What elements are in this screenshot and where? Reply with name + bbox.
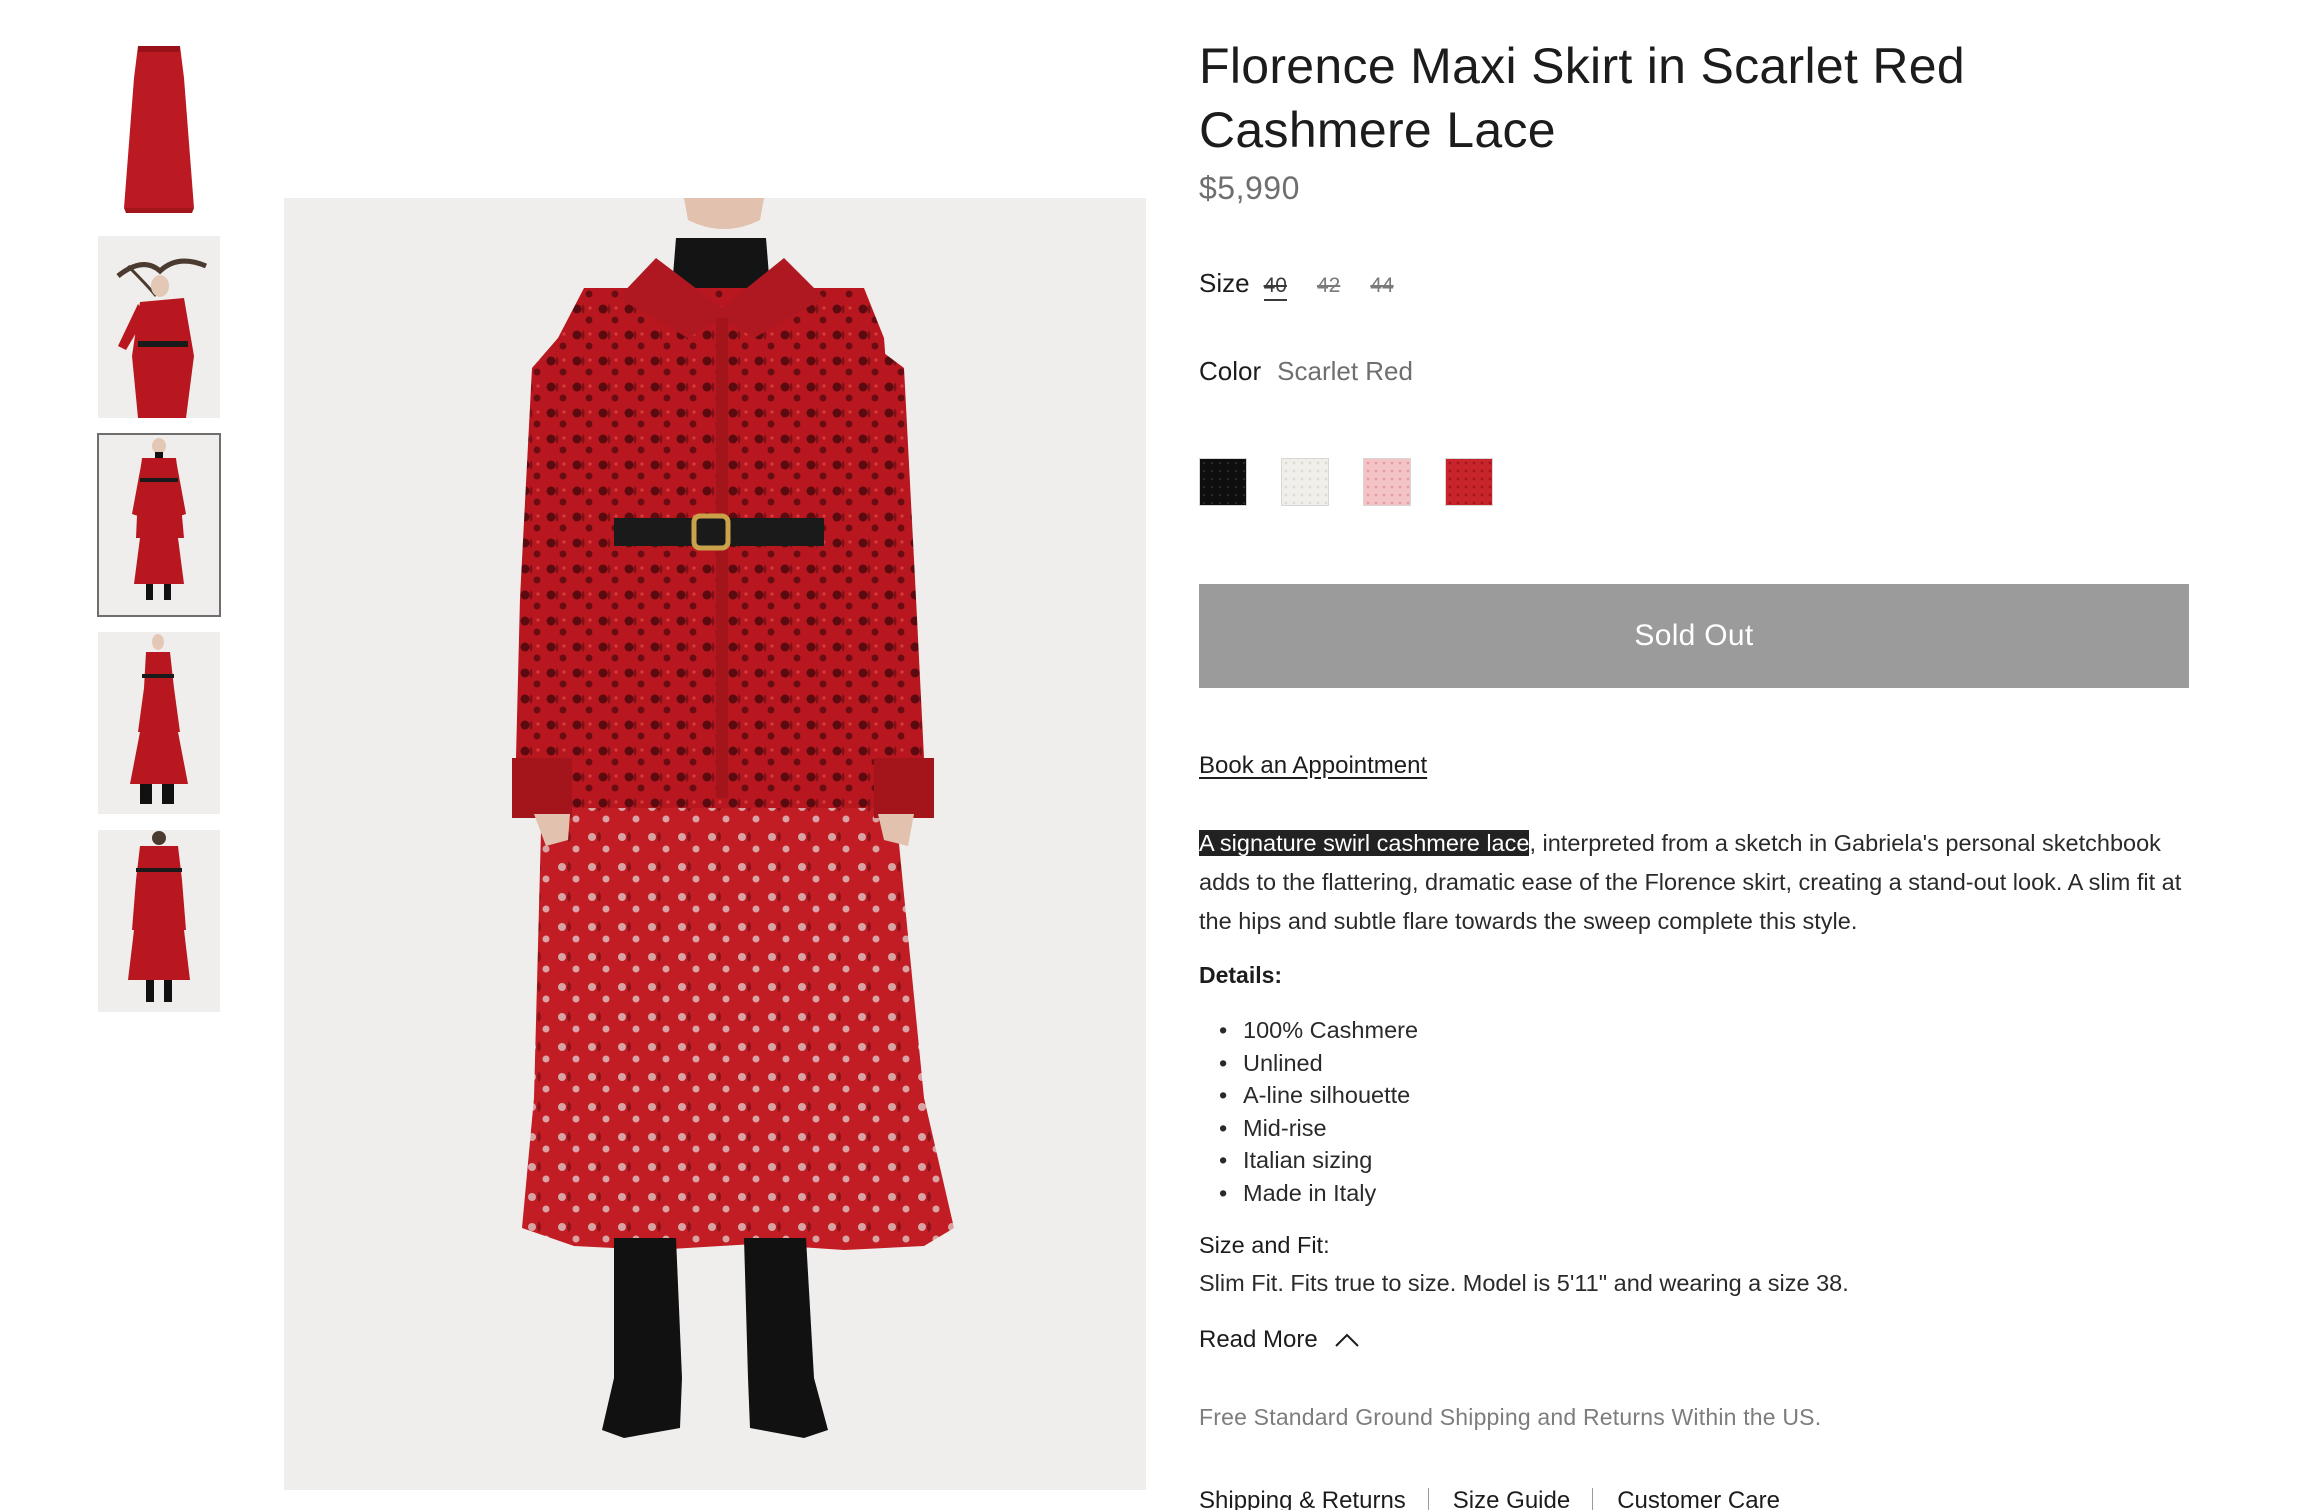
description-highlight: A signature swirl cashmere lace xyxy=(1199,830,1530,856)
thumbnail-skirt-flat[interactable] xyxy=(98,38,220,220)
product-title-line1: Florence Maxi Skirt in Scarlet Red xyxy=(1199,38,1966,94)
color-selected-value: Scarlet Red xyxy=(1277,356,1413,386)
product-price: $5,990 xyxy=(1199,170,1300,206)
model-motion-image xyxy=(98,236,220,418)
swatch-ivory[interactable] xyxy=(1281,458,1329,506)
link-divider xyxy=(1427,1488,1429,1510)
details-item: A-line silhouette xyxy=(1217,1079,1418,1112)
link-divider xyxy=(1592,1488,1594,1510)
details-list: 100% Cashmere Unlined A-line silhouette … xyxy=(1217,1014,1418,1209)
shipping-note: Free Standard Ground Shipping and Return… xyxy=(1199,1404,1822,1430)
skirt-flat-image xyxy=(124,46,194,213)
details-heading: Details: xyxy=(1199,962,1283,988)
product-title-line2: Cashmere Lace xyxy=(1199,102,1556,158)
thumbnail-model-motion[interactable] xyxy=(98,236,220,418)
model-front-image xyxy=(98,434,220,616)
size-option-42[interactable]: 42 xyxy=(1317,274,1340,298)
thumbnail-model-back[interactable] xyxy=(98,830,220,1012)
details-item: Italian sizing xyxy=(1217,1144,1418,1177)
model-wearing-skirt-image xyxy=(284,198,1146,1490)
product-description: A signature swirl cashmere lace, interpr… xyxy=(1199,824,2189,941)
size-fit-heading: Size and Fit: xyxy=(1199,1232,1330,1258)
product-info-panel: Florence Maxi Skirt in Scarlet Red Cashm… xyxy=(1199,34,2189,1510)
size-option-44[interactable]: 44 xyxy=(1370,274,1393,298)
size-label: Size xyxy=(1199,268,1250,298)
customer-care-link[interactable]: Customer Care xyxy=(1617,1487,1780,1510)
details-item: Unlined xyxy=(1217,1047,1418,1080)
model-side-image xyxy=(98,632,220,814)
main-product-image[interactable] xyxy=(284,198,1146,1490)
details-item: Mid-rise xyxy=(1217,1112,1418,1145)
details-item: Made in Italy xyxy=(1217,1177,1418,1210)
color-label: Color xyxy=(1199,356,1262,386)
details-item: 100% Cashmere xyxy=(1217,1014,1418,1047)
chevron-up-icon xyxy=(1335,1333,1359,1347)
color-selector: Color Scarlet Red xyxy=(1199,356,1413,387)
size-fit-text: Slim Fit. Fits true to size. Model is 5'… xyxy=(1199,1270,1849,1296)
size-guide-link[interactable]: Size Guide xyxy=(1453,1487,1570,1510)
thumbnail-gallery xyxy=(97,38,222,1028)
thumbnail-model-front[interactable] xyxy=(97,433,221,617)
sold-out-button[interactable]: Sold Out xyxy=(1199,584,2189,688)
model-back-image xyxy=(98,830,220,1012)
footer-links: Shipping & Returns Size Guide Customer C… xyxy=(1199,1487,1780,1510)
swatch-pink[interactable] xyxy=(1363,458,1411,506)
read-more-toggle[interactable]: Read More xyxy=(1199,1326,1360,1354)
thumbnail-model-side[interactable] xyxy=(98,632,220,814)
shipping-returns-link[interactable]: Shipping & Returns xyxy=(1199,1487,1406,1510)
color-swatches xyxy=(1199,458,1527,506)
book-appointment-link[interactable]: Book an Appointment xyxy=(1199,752,1427,780)
product-title: Florence Maxi Skirt in Scarlet Red Cashm… xyxy=(1199,34,2189,162)
size-option-40[interactable]: 40 xyxy=(1263,274,1287,301)
swatch-black[interactable] xyxy=(1199,458,1247,506)
swatch-scarlet-red[interactable] xyxy=(1445,458,1493,506)
read-more-label: Read More xyxy=(1199,1326,1318,1353)
size-selector: Size 40 42 44 xyxy=(1199,268,1424,301)
